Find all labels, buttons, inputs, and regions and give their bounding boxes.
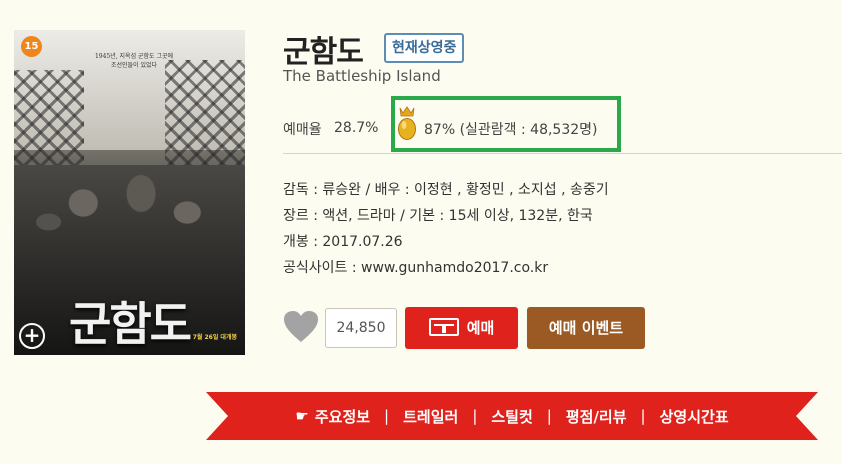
nav-separator: |	[472, 407, 478, 425]
poster-tagline: 1945년, 지옥섬 군함도 그곳에 조선인들이 있었다	[94, 53, 174, 69]
now-showing-badge: 현재상영중	[384, 33, 465, 63]
genre-line: 장르 : 액션, 드라마 / 기본 : 15세 이상, 132분, 한국	[283, 208, 593, 224]
section-nav-ribbon: ☛ 주요정보 | 트레일러 | 스틸컷 | 평점/리뷰 | 상영시간표	[206, 392, 818, 440]
divider	[283, 153, 842, 154]
nav-item-stillcut[interactable]: 스틸컷	[491, 406, 532, 427]
director-cast-line: 감독 : 류승완 / 배우 : 이정현 , 황정민 , 소지섭 , 송중기	[283, 182, 609, 198]
pointing-hand-icon: ☛	[295, 407, 309, 425]
nav-item-showtimes[interactable]: 상영시간표	[660, 406, 729, 427]
poster-release: 7월 26일 대개봉	[192, 334, 237, 341]
nav-item-main-info[interactable]: 주요정보	[315, 406, 370, 427]
poster-title-art: 군함도	[69, 297, 192, 351]
reserve-button-label: 예매	[466, 319, 495, 337]
egg-score-text: 87% (실관람객 : 48,532명)	[424, 122, 598, 138]
section-nav-items: ☛ 주요정보 | 트레일러 | 스틸컷 | 평점/리뷰 | 상영시간표	[206, 392, 818, 440]
golden-egg-icon	[398, 106, 416, 140]
nav-item-reviews[interactable]: 평점/리뷰	[566, 406, 627, 427]
reserve-event-button[interactable]: 예매 이벤트	[527, 307, 645, 349]
movie-title: 군함도	[283, 35, 364, 70]
official-site-line[interactable]: 공식사이트 : www.gunhamdo2017.co.kr	[283, 257, 548, 277]
nav-item-trailer[interactable]: 트레일러	[403, 406, 458, 427]
release-date-line: 개봉 : 2017.07.26	[283, 234, 403, 250]
nav-separator: |	[546, 407, 552, 425]
nav-separator: |	[640, 407, 646, 425]
age-rating-badge: 15	[21, 36, 42, 57]
like-count: 24,850	[325, 308, 397, 348]
reserve-rate-label: 예매율	[283, 122, 322, 138]
english-title: The Battleship Island	[283, 67, 441, 85]
heart-icon[interactable]	[283, 310, 319, 344]
reserve-rate-value: 28.7%	[334, 120, 379, 136]
reserve-button[interactable]: 예매	[405, 307, 518, 349]
zoom-icon[interactable]: +	[19, 323, 45, 349]
nav-separator: |	[384, 407, 390, 425]
ticket-icon	[428, 317, 459, 336]
movie-poster[interactable]: 1945년, 지옥섬 군함도 그곳에 조선인들이 있었다 군함도 7월 26일 …	[14, 30, 245, 355]
